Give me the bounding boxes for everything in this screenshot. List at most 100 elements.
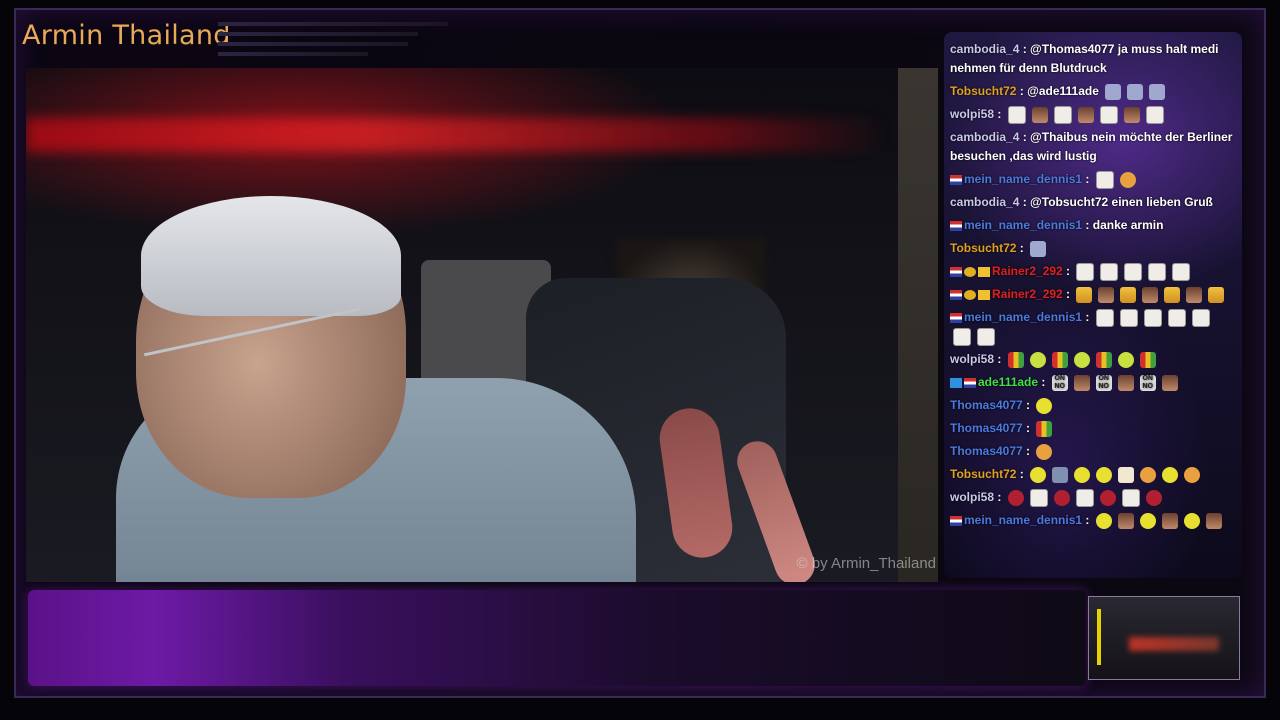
red-emote-icon (1053, 489, 1070, 506)
chat-username[interactable]: mein_name_dennis1 (964, 172, 1082, 186)
chat-message: Rainer2_292 : (950, 262, 1236, 281)
title-decoration (218, 22, 448, 62)
star-emote-icon (1148, 262, 1167, 281)
star-emote-icon (1007, 105, 1026, 124)
shark-emote-icon (1105, 83, 1122, 100)
star-emote-icon (1143, 308, 1162, 327)
face-emote-icon (1205, 512, 1222, 529)
chat-message: Tobsucht72 : (950, 239, 1236, 258)
face-emote-icon (1098, 286, 1115, 303)
red-emote-icon (1145, 489, 1162, 506)
chat-separator: : (1062, 264, 1074, 278)
chat-separator: : (1022, 398, 1034, 412)
red-emote-icon (1007, 489, 1024, 506)
chat-username[interactable]: cambodia_4 (950, 130, 1019, 144)
chat-username[interactable]: wolpi58 (950, 490, 994, 504)
chat-separator: : (1082, 218, 1093, 232)
chat-username[interactable]: Thomas4077 (950, 421, 1023, 435)
beer-emote-icon (1208, 286, 1225, 303)
flag-badge-icon (950, 289, 962, 300)
chat-message: mein_name_dennis1 : danke armin (950, 216, 1236, 235)
chart-emote-icon (1095, 351, 1112, 368)
pog-emote-icon (1073, 351, 1090, 368)
chat-separator: : (1038, 375, 1049, 389)
video-watermark: © by Armin_Thailand (796, 555, 936, 572)
robot-emote-icon (1052, 466, 1069, 483)
pog-emote-icon (1117, 351, 1134, 368)
chat-username[interactable]: Thomas4077 (950, 444, 1023, 458)
chart-emote-icon (1007, 351, 1024, 368)
shark-emote-icon (1030, 240, 1047, 257)
cat-emote-icon (1119, 171, 1136, 188)
face-emote-icon (1123, 106, 1140, 123)
star-emote-icon (1029, 488, 1048, 507)
star-emote-icon (1121, 488, 1140, 507)
face-emote-icon (1031, 106, 1048, 123)
chat-separator: : (1019, 130, 1031, 144)
cat-emote-icon (1184, 466, 1201, 483)
blob-emote-icon (1139, 512, 1156, 529)
chat-username[interactable]: Rainer2_292 (992, 287, 1063, 301)
flag-badge-icon (950, 515, 962, 526)
star-emote-icon (1124, 262, 1143, 281)
chat-username[interactable]: Rainer2_292 (992, 264, 1063, 278)
star-emote-icon (1191, 308, 1210, 327)
beer-emote-icon (1076, 286, 1093, 303)
chat-username[interactable]: mein_name_dennis1 (964, 218, 1082, 232)
chat-separator: : (1022, 421, 1034, 435)
coin-badge-icon (964, 266, 976, 277)
camera-light (1097, 609, 1101, 665)
beer-emote-icon (1164, 286, 1181, 303)
chat-separator: : (1016, 467, 1028, 481)
flag-badge-icon (964, 377, 976, 388)
chat-overlay: cambodia_4 : @Thomas4077 ja muss halt me… (944, 32, 1242, 578)
chat-username[interactable]: Thomas4077 (950, 398, 1023, 412)
face-emote-icon (1117, 374, 1134, 391)
webcam-video[interactable]: © by Armin_Thailand (26, 68, 938, 582)
star-emote-icon (1145, 105, 1164, 124)
star-emote-icon (1053, 105, 1072, 124)
chat-username[interactable]: ade111ade (978, 375, 1038, 389)
crown-badge-icon (978, 289, 990, 300)
cat-emote-icon (1036, 443, 1053, 460)
chat-separator: : (994, 490, 1005, 504)
chat-separator: : (1022, 444, 1034, 458)
chat-message: mein_name_dennis1 : (950, 308, 1236, 346)
face-emote-icon (1077, 106, 1094, 123)
nono-emote-icon: ON NO (1095, 374, 1112, 391)
coin-badge-icon (964, 289, 976, 300)
star-emote-icon (953, 327, 971, 346)
flag-badge-icon (950, 266, 962, 277)
chat-username[interactable]: mein_name_dennis1 (964, 310, 1082, 324)
star-emote-icon (1095, 308, 1114, 327)
star-emote-icon (1095, 170, 1114, 189)
chat-username[interactable]: Tobsucht72 (950, 241, 1016, 255)
chat-message: wolpi58 : (950, 105, 1236, 124)
star-emote-icon (1100, 262, 1119, 281)
shark-emote-icon (1127, 83, 1144, 100)
sub-badge-icon (950, 377, 962, 388)
chat-separator: : (1082, 513, 1093, 527)
chat-message: wolpi58 : (950, 350, 1236, 369)
chat-username[interactable]: Tobsucht72 (950, 467, 1016, 481)
chat-username[interactable]: cambodia_4 (950, 195, 1019, 209)
secondary-camera[interactable] (1088, 596, 1240, 680)
chat-message: cambodia_4 : @Thomas4077 ja muss halt me… (950, 40, 1236, 78)
chart-emote-icon (1036, 420, 1053, 437)
bottom-banner (28, 590, 1086, 686)
chat-username[interactable]: Tobsucht72 (950, 84, 1016, 98)
blob-emote-icon (1096, 466, 1113, 483)
person-hair (141, 196, 401, 316)
red-emote-icon (1099, 489, 1116, 506)
chat-separator: : (1062, 287, 1074, 301)
chat-text: @Tobsucht72 einen lieben Gruß (1030, 195, 1213, 209)
chat-username[interactable]: mein_name_dennis1 (964, 513, 1082, 527)
chat-message: Tobsucht72 : @ade111ade (950, 82, 1236, 101)
flag-badge-icon (950, 220, 962, 231)
chat-username[interactable]: wolpi58 (950, 107, 994, 121)
chat-username[interactable]: cambodia_4 (950, 42, 1019, 56)
chat-username[interactable]: wolpi58 (950, 352, 994, 366)
background-wall (898, 68, 938, 582)
face-emote-icon (1117, 512, 1134, 529)
chat-message: mein_name_dennis1 : (950, 511, 1236, 530)
